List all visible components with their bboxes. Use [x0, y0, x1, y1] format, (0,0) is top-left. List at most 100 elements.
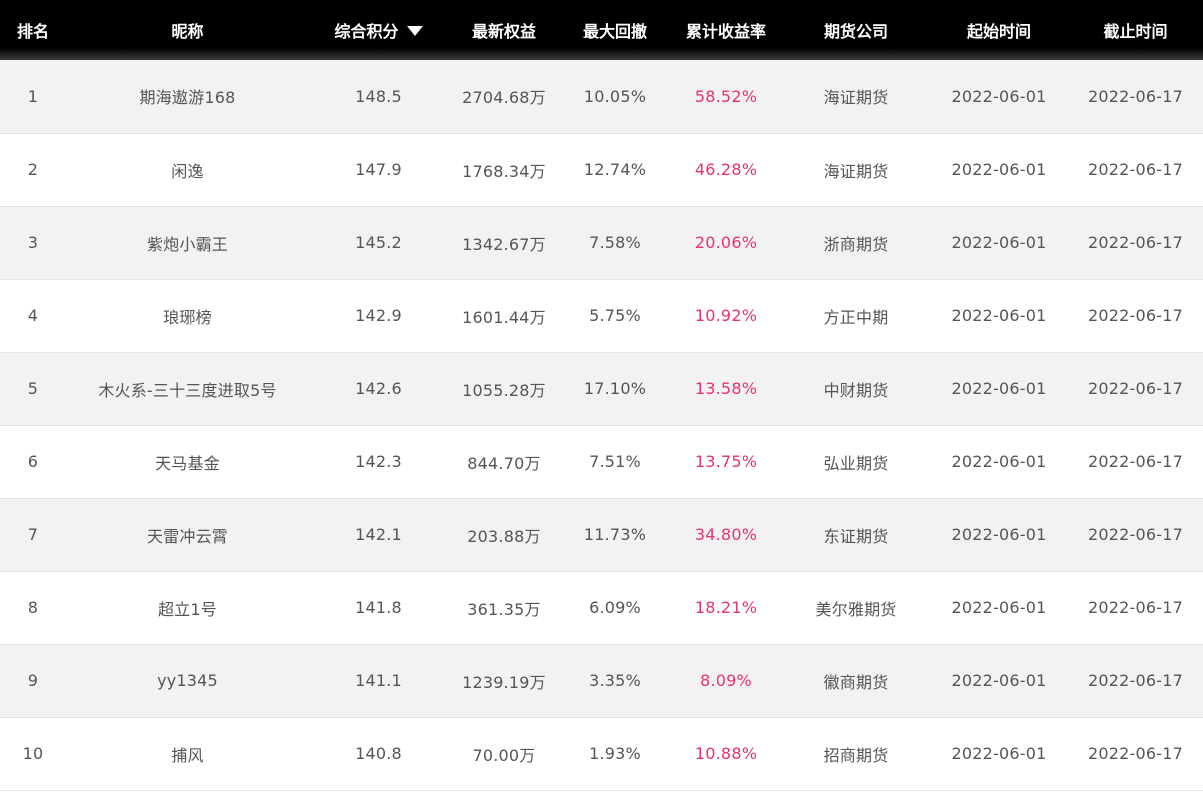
table-row[interactable]: 7 天雷冲云霄 142.1 203.88万 11.73% 34.80% 东证期货…: [0, 498, 1203, 571]
cell-return: 13.75%: [694, 452, 758, 471]
cell-drawdown: 1.93%: [589, 744, 641, 763]
table-row[interactable]: 3 紫炮小霸王 145.2 1342.67万 7.58% 20.06% 浙商期货…: [0, 206, 1203, 279]
cell-start: 2022-06-01: [951, 379, 1047, 398]
cell-drawdown: 3.35%: [589, 671, 641, 690]
cell-rank: 3: [27, 233, 39, 252]
cell-nickname[interactable]: 超立1号: [66, 571, 309, 644]
cell-return: 58.52%: [694, 86, 758, 106]
cell-company: 弘业期货: [823, 453, 889, 473]
cell-equity: 844.70万: [467, 453, 541, 473]
cell-rank: 6: [27, 452, 39, 471]
cell-score: 141.1: [355, 671, 402, 690]
header-score-label: 综合积分: [334, 22, 399, 41]
cell-equity: 1055.28万: [462, 380, 546, 400]
cell-return: 13.58%: [694, 379, 758, 398]
cell-nickname[interactable]: 闲逸: [66, 133, 309, 206]
cell-equity: 70.00万: [472, 745, 536, 765]
cell-company: 海证期货: [823, 161, 889, 181]
cell-company: 美尔雅期货: [815, 599, 897, 619]
cell-return: 10.88%: [694, 744, 758, 763]
cell-end: 2022-06-17: [1088, 525, 1183, 544]
table-row[interactable]: 4 琅琊榜 142.9 1601.44万 5.75% 10.92% 方正中期 2…: [0, 279, 1203, 352]
cell-score: 148.5: [355, 86, 402, 106]
header-end[interactable]: 截止时间: [1068, 0, 1203, 60]
cell-company: 海证期货: [823, 88, 889, 108]
table-row[interactable]: 6 天马基金 142.3 844.70万 7.51% 13.75% 弘业期货 2…: [0, 425, 1203, 498]
header-rank[interactable]: 排名: [0, 0, 66, 60]
cell-return: 46.28%: [694, 160, 758, 179]
cell-nickname[interactable]: 紫炮小霸王: [66, 206, 309, 279]
table-row[interactable]: 10 捕风 140.8 70.00万 1.93% 10.88% 招商期货 202…: [0, 717, 1203, 790]
cell-end: 2022-06-17: [1088, 671, 1183, 690]
cell-rank: 1: [27, 86, 39, 106]
header-score[interactable]: 综合积分: [309, 0, 448, 60]
cell-drawdown: 7.51%: [589, 452, 641, 471]
header-drawdown[interactable]: 最大回撤: [560, 0, 670, 60]
cell-rank: 7: [27, 525, 39, 544]
cell-start: 2022-06-01: [951, 671, 1047, 690]
cell-return: 8.09%: [700, 671, 752, 690]
cell-start: 2022-06-01: [951, 598, 1047, 617]
cell-nickname[interactable]: 琅琊榜: [66, 279, 309, 352]
table-row[interactable]: 2 闲逸 147.9 1768.34万 12.74% 46.28% 海证期货 2…: [0, 133, 1203, 206]
cell-company: 东证期货: [823, 526, 889, 546]
cell-start: 2022-06-01: [951, 744, 1047, 763]
cell-nickname[interactable]: yy1345: [66, 644, 309, 717]
cell-end: 2022-06-17: [1088, 452, 1183, 471]
cell-equity: 1601.44万: [462, 307, 546, 327]
table-row[interactable]: 1 期海遨游168 148.5 2704.68万 10.05% 58.52% 海…: [0, 60, 1203, 133]
cell-nickname[interactable]: 天雷冲云霄: [66, 498, 309, 571]
cell-drawdown: 12.74%: [583, 160, 647, 179]
cell-score: 142.9: [355, 306, 402, 325]
table-row[interactable]: 8 超立1号 141.8 361.35万 6.09% 18.21% 美尔雅期货 …: [0, 571, 1203, 644]
header-return[interactable]: 累计收益率: [670, 0, 782, 60]
cell-rank: 9: [27, 671, 39, 690]
cell-equity: 203.88万: [467, 526, 541, 546]
cell-start: 2022-06-01: [951, 306, 1047, 325]
cell-company: 浙商期货: [823, 234, 889, 254]
table-row[interactable]: 5 木火系-三十三度进取5号 142.6 1055.28万 17.10% 13.…: [0, 352, 1203, 425]
cell-drawdown: 10.05%: [583, 86, 647, 106]
cell-equity: 2704.68万: [462, 88, 546, 108]
cell-start: 2022-06-01: [951, 233, 1047, 252]
table-header: 排名 昵称 综合积分 最新权益 最大回撤 累计收益率 期货公司 起始时间 截止时…: [0, 0, 1203, 60]
cell-start: 2022-06-01: [951, 452, 1047, 471]
header-row: 排名 昵称 综合积分 最新权益 最大回撤 累计收益率 期货公司 起始时间 截止时…: [0, 0, 1203, 60]
ranking-table: 排名 昵称 综合积分 最新权益 最大回撤 累计收益率 期货公司 起始时间 截止时…: [0, 0, 1203, 791]
header-nickname[interactable]: 昵称: [66, 0, 309, 60]
cell-end: 2022-06-17: [1088, 160, 1183, 179]
cell-start: 2022-06-01: [951, 160, 1047, 179]
cell-end: 2022-06-17: [1088, 306, 1183, 325]
cell-equity: 1768.34万: [462, 161, 546, 181]
cell-nickname[interactable]: 木火系-三十三度进取5号: [66, 352, 309, 425]
cell-score: 145.2: [355, 233, 402, 252]
cell-rank: 10: [22, 744, 44, 763]
cell-rank: 4: [27, 306, 39, 325]
cell-return: 20.06%: [694, 233, 758, 252]
cell-drawdown: 6.09%: [589, 598, 641, 617]
header-start[interactable]: 起始时间: [930, 0, 1068, 60]
sort-descending-icon[interactable]: [406, 26, 423, 36]
table-row[interactable]: 9 yy1345 141.1 1239.19万 3.35% 8.09% 徽商期货…: [0, 644, 1203, 717]
cell-score: 142.1: [355, 525, 402, 544]
header-company[interactable]: 期货公司: [782, 0, 930, 60]
cell-nickname[interactable]: 天马基金: [66, 425, 309, 498]
cell-score: 142.3: [355, 452, 402, 471]
table-body: 1 期海遨游168 148.5 2704.68万 10.05% 58.52% 海…: [0, 60, 1203, 790]
cell-equity: 1239.19万: [462, 672, 546, 692]
cell-score: 140.8: [355, 744, 402, 763]
cell-end: 2022-06-17: [1088, 379, 1183, 398]
cell-rank: 2: [27, 160, 39, 179]
cell-drawdown: 11.73%: [583, 525, 647, 544]
cell-drawdown: 5.75%: [589, 306, 641, 325]
cell-nickname[interactable]: 捕风: [66, 717, 309, 790]
cell-nickname[interactable]: 期海遨游168: [66, 60, 309, 133]
cell-drawdown: 17.10%: [583, 379, 647, 398]
cell-score: 147.9: [355, 160, 402, 179]
cell-return: 34.80%: [694, 525, 758, 544]
cell-start: 2022-06-01: [951, 525, 1047, 544]
cell-company: 方正中期: [823, 307, 889, 327]
cell-equity: 361.35万: [467, 599, 541, 619]
header-equity[interactable]: 最新权益: [448, 0, 560, 60]
cell-end: 2022-06-17: [1088, 86, 1183, 106]
